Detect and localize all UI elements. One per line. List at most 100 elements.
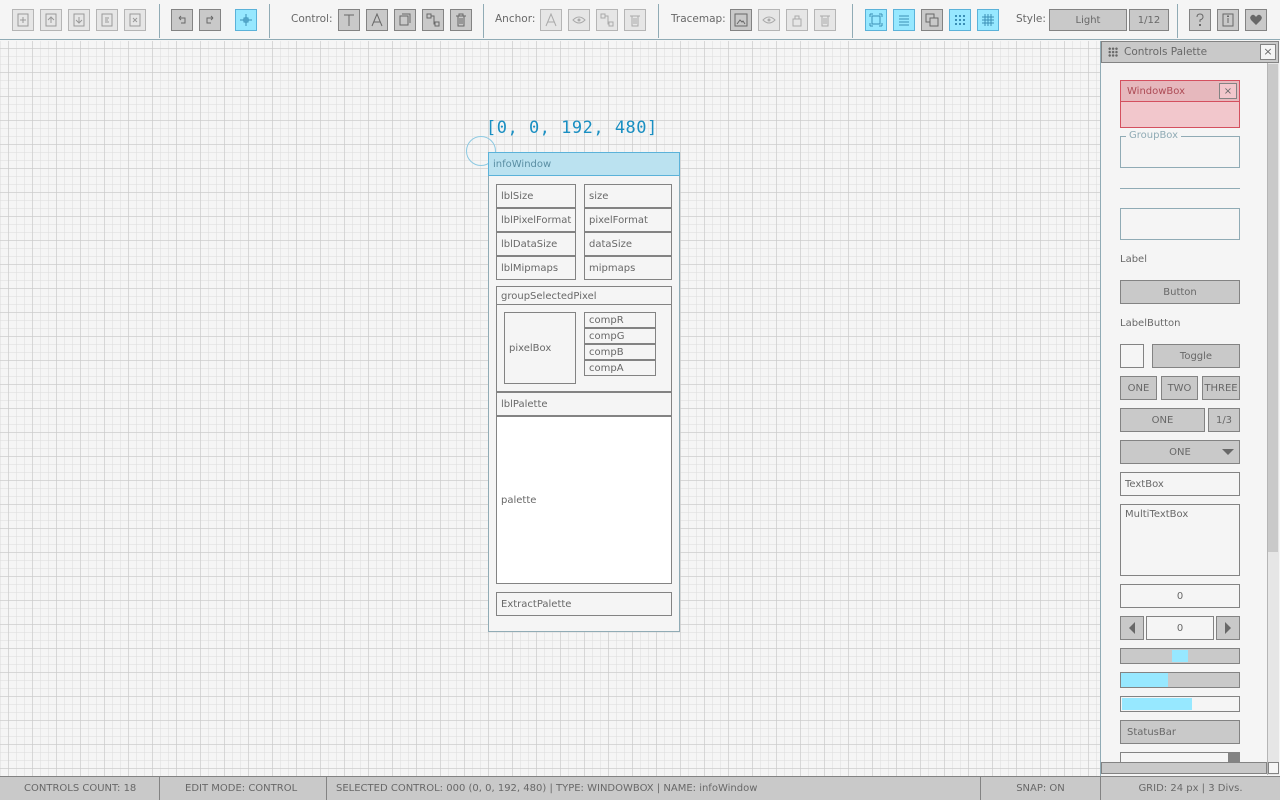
- comp-a-field[interactable]: compA: [584, 360, 656, 376]
- tracemap-image-icon[interactable]: [730, 9, 752, 31]
- status-grid: GRID: 24 px | 3 Divs.: [1138, 782, 1243, 794]
- panel-sample[interactable]: [1120, 208, 1240, 240]
- style-page-indicator[interactable]: 1/12: [1129, 9, 1169, 31]
- lbl-size[interactable]: lblSize: [496, 184, 576, 208]
- selection-coordinates: [0, 0, 192, 480]: [486, 118, 658, 138]
- toggle-group-two[interactable]: TWO: [1161, 376, 1198, 400]
- link-icon[interactable]: [422, 9, 444, 31]
- pixel-format-field[interactable]: pixelFormat: [584, 208, 672, 232]
- arrow-right-icon: [1225, 622, 1231, 634]
- data-size-field[interactable]: dataSize: [584, 232, 672, 256]
- spinner-decrement-button[interactable]: [1120, 616, 1144, 640]
- anchor-eye-icon[interactable]: [568, 9, 590, 31]
- toolbar: Control: Anchor: Tracemap: Style: Light …: [0, 0, 1280, 40]
- text-icon[interactable]: [338, 9, 360, 31]
- new-file-icon[interactable]: [12, 9, 34, 31]
- font-icon[interactable]: [366, 9, 388, 31]
- pixel-box[interactable]: pixelBox: [504, 312, 576, 384]
- list-view-scroll-thumb: [1228, 753, 1239, 762]
- style-selector[interactable]: Light: [1049, 9, 1127, 31]
- layers-icon[interactable]: [921, 9, 943, 31]
- slider-thumb[interactable]: [1172, 650, 1188, 662]
- button-sample[interactable]: Button: [1120, 280, 1240, 304]
- tracemap-delete-icon[interactable]: [814, 9, 836, 31]
- grid-dots-icon[interactable]: [949, 9, 971, 31]
- comp-r-field[interactable]: compR: [584, 312, 656, 328]
- snap-cursor-icon[interactable]: [235, 9, 257, 31]
- label-sample[interactable]: Label: [1120, 254, 1240, 265]
- palette-scrollbar-thumb[interactable]: [1268, 64, 1278, 552]
- combobox-sample[interactable]: ONE: [1120, 408, 1205, 432]
- grid-menu-icon: [1108, 47, 1118, 57]
- valuebox-sample[interactable]: 0: [1120, 584, 1240, 608]
- redo-icon[interactable]: [199, 9, 221, 31]
- labelbutton-sample[interactable]: LabelButton: [1120, 318, 1240, 329]
- size-field[interactable]: size: [584, 184, 672, 208]
- anchor-delete-icon[interactable]: [624, 9, 646, 31]
- palette-area[interactable]: palette: [496, 416, 672, 584]
- save-file-icon[interactable]: [68, 9, 90, 31]
- group-divider: [496, 304, 672, 305]
- line-sample[interactable]: [1120, 188, 1240, 189]
- lbl-palette[interactable]: lblPalette: [496, 392, 672, 416]
- info-icon[interactable]: [1217, 9, 1239, 31]
- comp-b-field[interactable]: compB: [584, 344, 656, 360]
- progressbar-fill: [1122, 698, 1192, 710]
- toggle-group-one[interactable]: ONE: [1120, 376, 1157, 400]
- control-label: Control:: [291, 13, 333, 25]
- combobox-page[interactable]: 1/3: [1208, 408, 1240, 432]
- lbl-mipmaps[interactable]: lblMipmaps: [496, 256, 576, 280]
- delete-icon[interactable]: [450, 9, 472, 31]
- select-mode-icon[interactable]: [865, 9, 887, 31]
- toggle-group-three[interactable]: THREE: [1202, 376, 1240, 400]
- statusbar-sample[interactable]: StatusBar: [1120, 720, 1240, 744]
- checkbox-sample[interactable]: [1120, 344, 1144, 368]
- sliderbar-fill: [1121, 673, 1169, 687]
- status-edit-mode: EDIT MODE: CONTROL: [160, 776, 327, 800]
- info-window-title[interactable]: infoWindow: [488, 152, 680, 176]
- mipmaps-field[interactable]: mipmaps: [584, 256, 672, 280]
- tracemap-eye-icon[interactable]: [758, 9, 780, 31]
- extract-palette-button[interactable]: ExtractPalette: [496, 592, 672, 616]
- resize-corner[interactable]: [1268, 762, 1279, 774]
- lbl-data-size[interactable]: lblDataSize: [496, 232, 576, 256]
- lbl-pixel-format[interactable]: lblPixelFormat: [496, 208, 576, 232]
- undo-icon[interactable]: [171, 9, 193, 31]
- list-view-sample[interactable]: [1120, 752, 1240, 762]
- help-icon[interactable]: [1189, 9, 1211, 31]
- heart-icon[interactable]: [1245, 9, 1267, 31]
- anchor-label: Anchor:: [495, 13, 536, 25]
- controls-palette-title: Controls Palette: [1124, 46, 1208, 58]
- multitextbox-sample[interactable]: MultiTextBox: [1120, 504, 1240, 576]
- status-snap: SNAP: ON: [981, 776, 1101, 800]
- chevron-down-icon: [1222, 449, 1234, 455]
- anchor-font-icon[interactable]: [540, 9, 562, 31]
- spinner-increment-button[interactable]: [1216, 616, 1240, 640]
- toolbar-divider: [658, 4, 659, 38]
- toggle-sample[interactable]: Toggle: [1152, 344, 1240, 368]
- groupbox-sample-label: GroupBox: [1126, 130, 1182, 141]
- duplicate-icon[interactable]: [394, 9, 416, 31]
- group-selected-pixel-label: groupSelectedPixel: [501, 291, 597, 302]
- comp-g-field[interactable]: compG: [584, 328, 656, 344]
- toolbar-divider: [269, 4, 270, 38]
- export-file-icon[interactable]: [96, 9, 118, 31]
- open-file-icon[interactable]: [40, 9, 62, 31]
- controls-palette-header[interactable]: Controls Palette ×: [1101, 41, 1279, 63]
- tracemap-lock-icon[interactable]: [786, 9, 808, 31]
- toolbar-divider: [483, 4, 484, 38]
- toolbar-divider: [159, 4, 160, 38]
- list-view-icon[interactable]: [893, 9, 915, 31]
- palette-close-button[interactable]: ×: [1260, 44, 1276, 60]
- anchor-link-icon[interactable]: [596, 9, 618, 31]
- grid-lines-icon[interactable]: [977, 9, 999, 31]
- close-file-icon[interactable]: [124, 9, 146, 31]
- status-selected-control: SELECTED CONTROL: 000 (0, 0, 192, 480) |…: [327, 776, 981, 800]
- windowbox-sample-close-icon: ×: [1219, 83, 1237, 99]
- palette-horizontal-scrollbar[interactable]: [1101, 762, 1267, 774]
- status-controls-count: CONTROLS COUNT: 18: [0, 776, 160, 800]
- dropdown-value: ONE: [1169, 446, 1191, 458]
- toolbar-divider: [1177, 4, 1178, 38]
- textbox-sample[interactable]: TextBox: [1120, 472, 1240, 496]
- spinner-value[interactable]: 0: [1146, 616, 1214, 640]
